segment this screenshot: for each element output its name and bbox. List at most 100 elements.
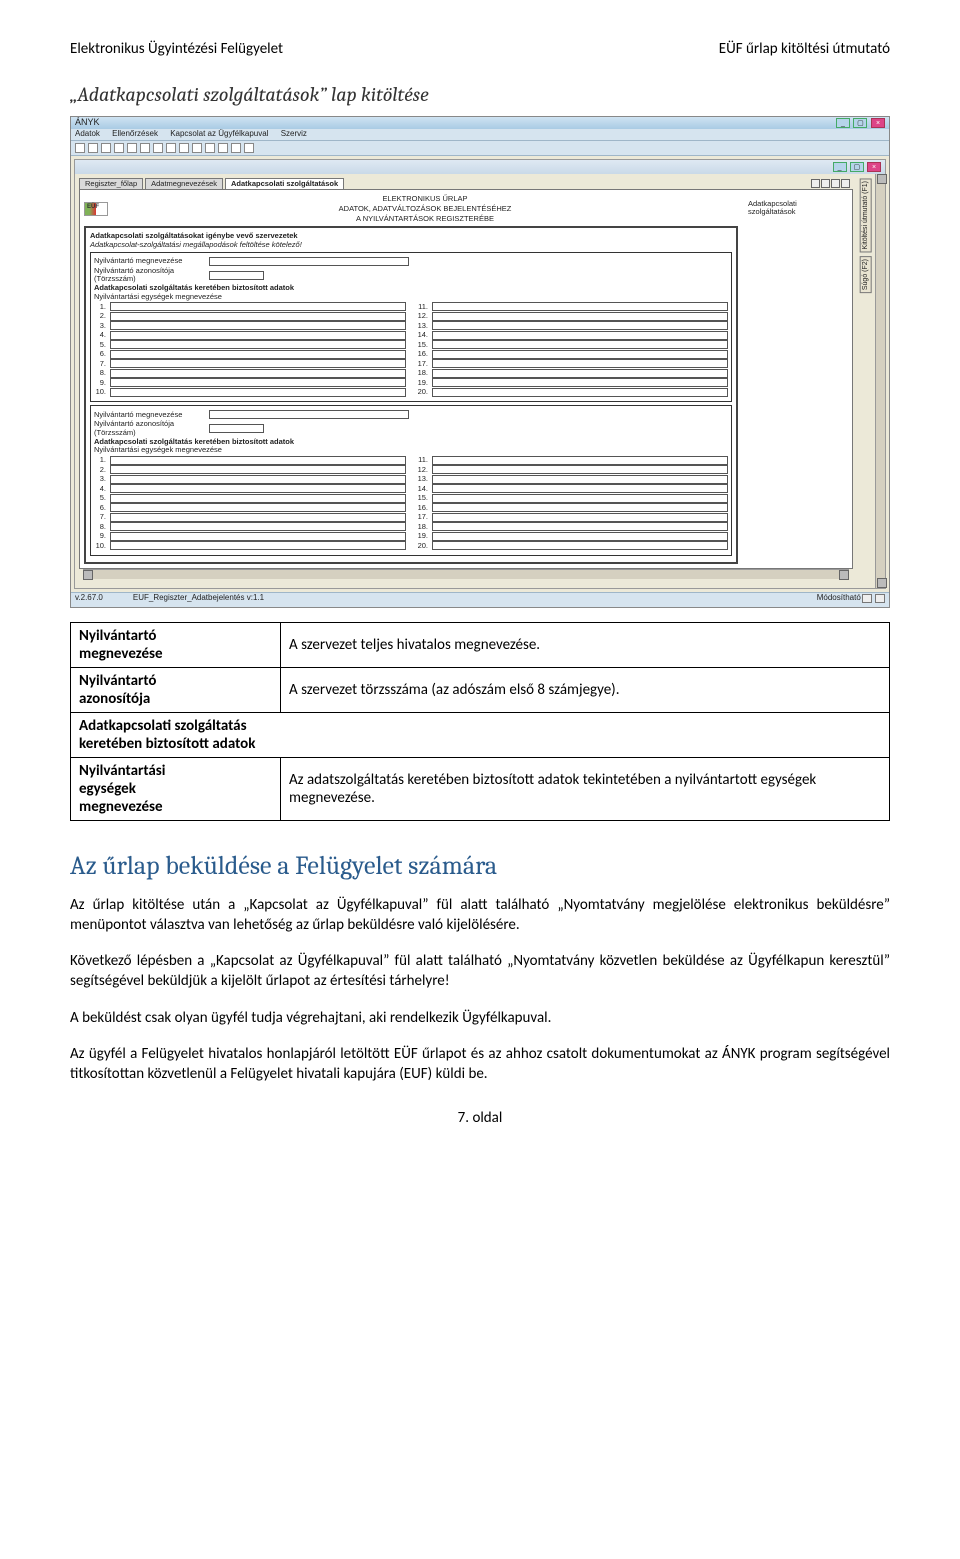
grid-input[interactable] [110, 331, 406, 340]
toolbar-icon[interactable] [88, 143, 98, 153]
tbl-value: Az adatszolgáltatás keretében biztosítot… [281, 757, 890, 820]
grid-input[interactable] [110, 513, 406, 522]
toolbar-icon[interactable] [218, 143, 228, 153]
inner-close-icon[interactable]: × [867, 162, 881, 172]
grid-input[interactable] [432, 321, 728, 330]
toolbar-icon[interactable] [231, 143, 241, 153]
toolbar-icon[interactable] [140, 143, 150, 153]
grid-input[interactable] [110, 532, 406, 541]
grid-input[interactable] [110, 465, 406, 474]
grid-input[interactable] [110, 369, 406, 378]
grid-input[interactable] [432, 359, 728, 368]
grid-input[interactable] [432, 378, 728, 387]
grid-input[interactable] [110, 302, 406, 311]
form-content: ELEKTRONIKUS ŰRLAP ADATOK, ADATVÁLTOZÁSO… [79, 189, 853, 569]
grid-input[interactable] [432, 465, 728, 474]
data-block: Nyilvántartó megnevezése Nyilvántartó az… [90, 405, 732, 556]
grid-input[interactable] [110, 503, 406, 512]
body-heading: Az űrlap beküldése a Felügyelet számára [70, 851, 890, 881]
grid-input[interactable] [432, 331, 728, 340]
grid-input[interactable] [432, 513, 728, 522]
status-state: Módosítható [817, 594, 861, 606]
grid-input[interactable] [110, 484, 406, 493]
nav-last-icon[interactable] [841, 179, 850, 188]
input-megnevezes[interactable] [209, 257, 409, 266]
body-paragraph: Következő lépésben a „Kapcsolat az Ügyfé… [70, 951, 890, 992]
tbl-label: Nyilvántartó megnevezése [71, 622, 281, 667]
grid-input[interactable] [110, 475, 406, 484]
status-badge-icon [862, 594, 872, 603]
maximize-icon[interactable]: ▢ [853, 118, 867, 128]
grid-input[interactable] [432, 532, 728, 541]
toolbar-icon[interactable] [153, 143, 163, 153]
section-title: „Adatkapcsolati szolgáltatások” lap kitö… [70, 83, 890, 106]
grid-input[interactable] [432, 541, 728, 550]
toolbar-icon[interactable] [127, 143, 137, 153]
menu-adatok[interactable]: Adatok [75, 129, 100, 138]
grid-input[interactable] [432, 388, 728, 397]
grid-input[interactable] [432, 475, 728, 484]
menu-kapcsolat[interactable]: Kapcsolat az Ügyfélkapuval [170, 129, 268, 138]
grid-input[interactable] [432, 340, 728, 349]
close-icon[interactable]: × [871, 118, 885, 128]
grid-input[interactable] [432, 503, 728, 512]
grid-input[interactable] [432, 302, 728, 311]
input-azonosito[interactable] [209, 271, 264, 280]
page-footer: 7. oldal [70, 1109, 890, 1127]
grid-input[interactable] [110, 388, 406, 397]
grid-input[interactable] [432, 456, 728, 465]
grid-input[interactable] [110, 312, 406, 321]
status-file: EUF_Regiszter_Adatbejelentés v:1.1 [103, 594, 817, 606]
doc-header-left: Elektronikus Ügyintézési Felügyelet [70, 40, 283, 58]
side-tab-sugo[interactable]: Súgó (F2) [860, 256, 872, 293]
description-table: Nyilvántartó megnevezése A szervezet tel… [70, 622, 890, 821]
horizontal-scrollbar[interactable] [83, 569, 849, 579]
grid-input[interactable] [110, 456, 406, 465]
toolbar-icon[interactable] [244, 143, 254, 153]
grid-input[interactable] [432, 522, 728, 531]
vertical-scrollbar[interactable] [875, 174, 885, 588]
toolbar-icon[interactable] [179, 143, 189, 153]
minimize-icon[interactable]: _ [836, 118, 850, 128]
toolbar-icon[interactable] [192, 143, 202, 153]
tab-adatmegnevezesek[interactable]: Adatmegnevezések [145, 178, 223, 189]
status-version: v.2.67.0 [75, 594, 103, 606]
side-tab-utmutato[interactable]: Kitöltési útmutató (F1) [860, 178, 872, 252]
toolbar-icon[interactable] [114, 143, 124, 153]
grid-input[interactable] [110, 541, 406, 550]
grid-input[interactable] [432, 350, 728, 359]
grid-input[interactable] [432, 369, 728, 378]
menubar: Adatok Ellenőrzések Kapcsolat az Ügyfélk… [71, 129, 889, 140]
tab-regiszter-folap[interactable]: Regiszter_főlap [79, 178, 143, 189]
grid-input[interactable] [110, 340, 406, 349]
label-torzsszam: (Törzsszám) [94, 429, 204, 437]
grid-input[interactable] [110, 359, 406, 368]
input-megnevezes[interactable] [209, 410, 409, 419]
tab-adatkapcsolati[interactable]: Adatkapcsolati szolgáltatások [225, 178, 344, 189]
grid-list: 1.2.3.4.5.6.7.8.9.10.11.12.13.14.15.16.1… [94, 302, 728, 398]
nav-prev-icon[interactable] [821, 179, 830, 188]
nav-first-icon[interactable] [811, 179, 820, 188]
grid-input[interactable] [110, 522, 406, 531]
input-azonosito[interactable] [209, 424, 264, 433]
grid-input[interactable] [432, 494, 728, 503]
grid-input[interactable] [110, 378, 406, 387]
label-egysegek: Nyilvántartási egységek megnevezése [94, 446, 728, 454]
menu-szerviz[interactable]: Szerviz [281, 129, 307, 138]
toolbar-icon[interactable] [75, 143, 85, 153]
toolbar-icon[interactable] [166, 143, 176, 153]
euf-logo [84, 202, 108, 216]
inner-minimize-icon[interactable]: _ [833, 162, 847, 172]
toolbar-icon[interactable] [101, 143, 111, 153]
grid-input[interactable] [110, 350, 406, 359]
toolbar-icon[interactable] [205, 143, 215, 153]
grid-input[interactable] [432, 312, 728, 321]
grid-input[interactable] [432, 484, 728, 493]
doc-header-right: EÜF űrlap kitöltési útmutató [719, 40, 890, 58]
grid-input[interactable] [110, 321, 406, 330]
menu-ellenorzesek[interactable]: Ellenőrzések [112, 129, 158, 138]
grid-input[interactable] [110, 494, 406, 503]
inner-maximize-icon[interactable]: ▢ [850, 162, 864, 172]
section-note: Adatkapcsolat-szolgáltatási megállapodás… [90, 241, 732, 249]
nav-next-icon[interactable] [831, 179, 840, 188]
